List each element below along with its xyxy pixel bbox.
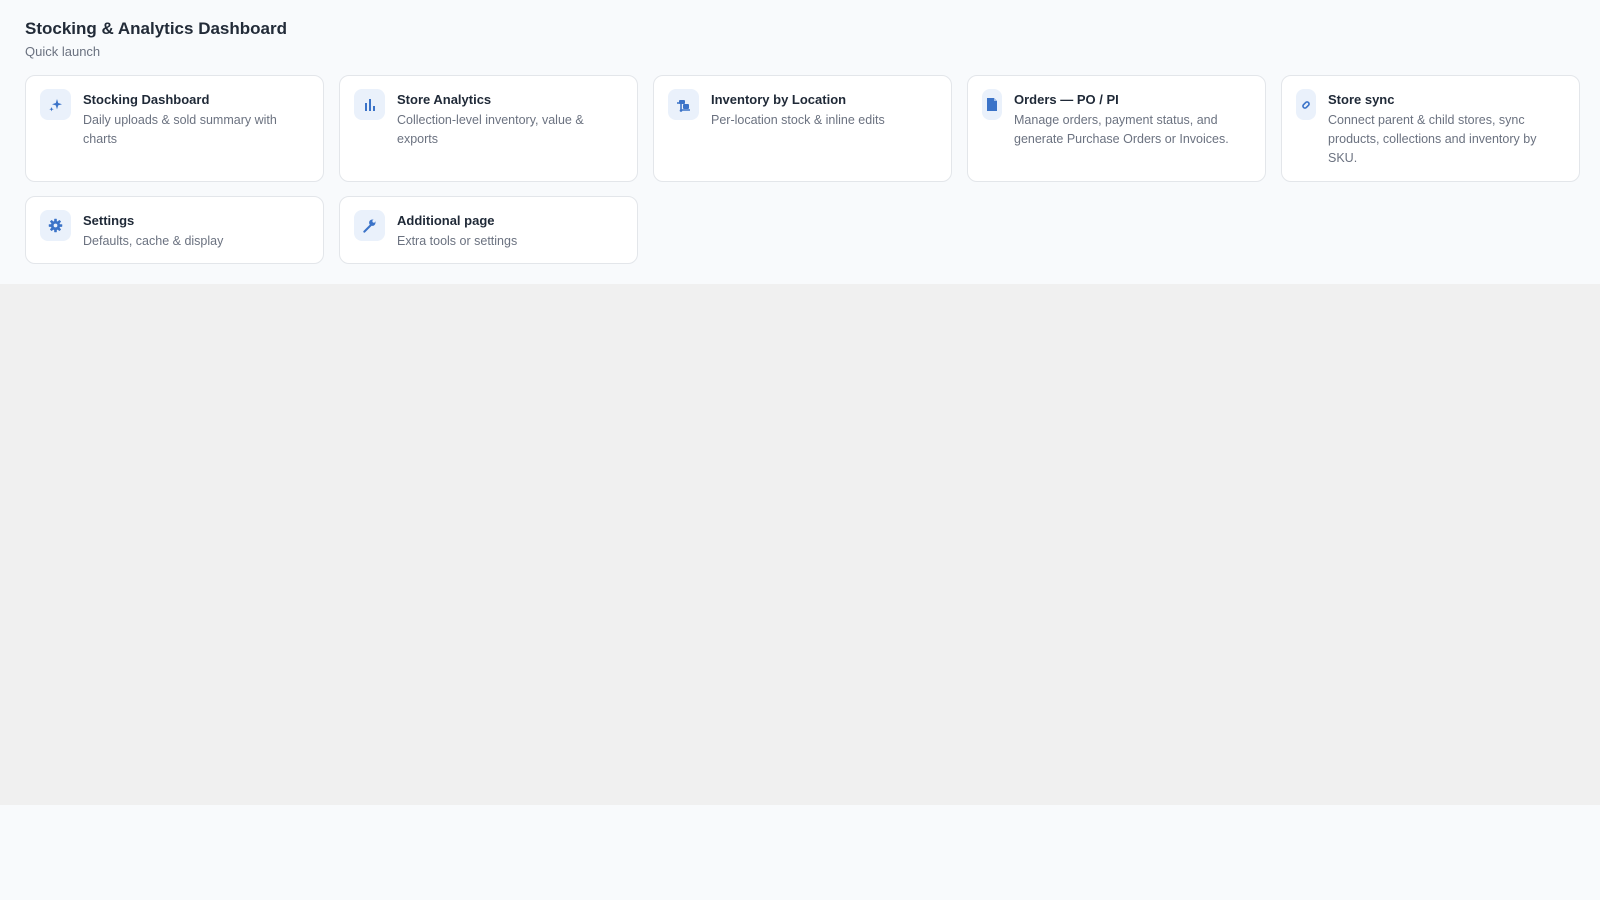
card-settings[interactable]: Settings Defaults, cache & display bbox=[25, 196, 324, 264]
page-header: Stocking & Analytics Dashboard Quick lau… bbox=[25, 18, 287, 61]
card-store-sync[interactable]: Store sync Connect parent & child stores… bbox=[1281, 75, 1580, 182]
card-description: Daily uploads & sold summary with charts bbox=[83, 113, 277, 146]
card-orders-po-pi[interactable]: Orders — PO / PI Manage orders, payment … bbox=[967, 75, 1266, 182]
bar-chart-icon bbox=[354, 89, 385, 120]
page-subtitle: Quick launch bbox=[25, 44, 101, 59]
quick-launch-grid: Stocking Dashboard Daily uploads & sold … bbox=[25, 75, 1580, 264]
card-title: Store sync bbox=[1328, 92, 1395, 107]
card-description: Manage orders, payment status, and gener… bbox=[1014, 113, 1229, 146]
content-area bbox=[0, 284, 1600, 805]
link-icon bbox=[1296, 89, 1316, 120]
card-title: Store Analytics bbox=[397, 92, 492, 107]
card-title: Settings bbox=[83, 213, 135, 228]
card-description: Per-location stock & inline edits bbox=[711, 113, 885, 127]
card-title: Additional page bbox=[397, 213, 495, 228]
card-additional-page[interactable]: Additional page Extra tools or settings bbox=[339, 196, 638, 264]
gear-icon bbox=[40, 210, 71, 241]
card-inventory-by-location[interactable]: Inventory by Location Per-location stock… bbox=[653, 75, 952, 182]
document-icon bbox=[982, 89, 1002, 120]
card-description: Extra tools or settings bbox=[397, 234, 518, 248]
card-description: Collection-level inventory, value & expo… bbox=[397, 113, 584, 146]
sparkles-icon bbox=[40, 89, 71, 120]
card-title: Stocking Dashboard bbox=[83, 92, 210, 107]
card-store-analytics[interactable]: Store Analytics Collection-level invento… bbox=[339, 75, 638, 182]
card-description: Connect parent & child stores, sync prod… bbox=[1328, 113, 1537, 165]
card-title: Inventory by Location bbox=[711, 92, 847, 107]
card-stocking-dashboard[interactable]: Stocking Dashboard Daily uploads & sold … bbox=[25, 75, 324, 182]
card-title: Orders — PO / PI bbox=[1014, 92, 1119, 107]
page-title: Stocking & Analytics Dashboard bbox=[25, 19, 287, 38]
wrench-icon bbox=[354, 210, 385, 241]
card-description: Defaults, cache & display bbox=[83, 234, 224, 248]
dolly-icon bbox=[668, 89, 699, 120]
